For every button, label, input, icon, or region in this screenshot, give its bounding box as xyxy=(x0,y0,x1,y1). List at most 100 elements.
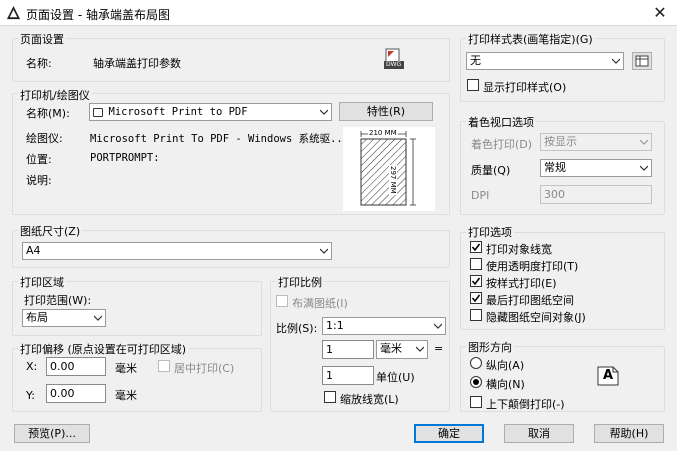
help-button[interactable]: 帮助(H) xyxy=(594,424,664,443)
scale-lineweights-checkbox[interactable] xyxy=(324,391,336,403)
edit-table-icon xyxy=(635,55,649,67)
plotter-properties-button[interactable]: 特性(R) xyxy=(339,102,433,121)
close-icon[interactable]: ✕ xyxy=(650,3,670,23)
paper-size-value: A4 xyxy=(26,244,41,257)
paper-preview: 210 MM 297 MM xyxy=(343,127,435,211)
plot-style-select[interactable]: 无 xyxy=(466,52,624,70)
offset-x-input[interactable]: 0.00 xyxy=(46,357,106,376)
plot-style-table-legend: 打印样式表(画笔指定)(G) xyxy=(466,31,595,47)
page-setup-name-value: 轴承端盖打印参数 xyxy=(93,57,181,70)
autocad-app-icon xyxy=(6,5,21,20)
plot-options-legend: 打印选项 xyxy=(466,224,514,240)
chevron-down-icon xyxy=(320,109,328,115)
fit-to-paper-checkbox[interactable] xyxy=(276,295,288,307)
chevron-down-icon xyxy=(434,323,442,329)
plot-option-label: 最后打印图纸空间 xyxy=(486,294,574,307)
plotter-legend: 打印机/绘图仪 xyxy=(18,87,92,103)
dwg-icon-label: DWG xyxy=(386,61,402,68)
center-plot-label: 居中打印(C) xyxy=(174,362,235,375)
scale-value1-input[interactable]: 1 xyxy=(322,340,374,359)
quality-select[interactable]: 常规 xyxy=(540,159,652,177)
chevron-down-icon xyxy=(94,315,102,321)
plot-area-legend: 打印区域 xyxy=(18,274,66,290)
offset-y-input[interactable]: 0.00 xyxy=(46,384,106,403)
plot-scale-legend: 打印比例 xyxy=(276,274,324,290)
plotter-location-label: 位置: xyxy=(26,153,52,166)
plot-option-checkbox[interactable] xyxy=(470,309,482,321)
plot-option-label: 打印对象线宽 xyxy=(486,243,552,256)
chevron-down-icon xyxy=(416,346,424,352)
landscape-label: 横向(N) xyxy=(486,378,525,391)
shade-plot-label: 着色打印(D) xyxy=(471,138,533,151)
plotter-name-value: Microsoft Print to PDF xyxy=(108,106,248,118)
plotter-value: Microsoft Print To PDF - Windows 系统驱... xyxy=(90,133,350,145)
plot-range-value: 布局 xyxy=(26,311,48,324)
quality-value: 常规 xyxy=(544,161,566,174)
shade-plot-select[interactable]: 按显示 xyxy=(540,133,652,151)
display-plot-styles-label: 显示打印样式(O) xyxy=(483,81,567,94)
ok-button[interactable]: 确定 xyxy=(414,424,484,443)
chevron-down-icon xyxy=(640,165,648,171)
display-plot-styles-checkbox[interactable] xyxy=(467,79,479,91)
paper-size-select[interactable]: A4 xyxy=(22,242,332,260)
orientation-icon-letter: A xyxy=(603,368,614,383)
fit-to-paper-label: 布满图纸(I) xyxy=(292,297,348,310)
plot-style-value: 无 xyxy=(470,54,481,67)
offset-y-label: Y: xyxy=(26,389,35,402)
plotter-name-label: 名称(M): xyxy=(26,107,70,120)
chevron-down-icon xyxy=(320,248,328,254)
plot-offset-legend: 打印偏移 (原点设置在可打印区域) xyxy=(18,341,189,357)
checkmark-icon xyxy=(471,294,481,303)
chevron-down-icon xyxy=(640,139,648,145)
preview-button[interactable]: 预览(P)... xyxy=(14,424,90,443)
page-setup-name-label: 名称: xyxy=(26,57,52,70)
scale-value: 1:1 xyxy=(326,319,344,332)
offset-x-label: X: xyxy=(26,360,38,373)
edit-plot-style-button[interactable] xyxy=(632,52,652,70)
plot-option-label: 使用透明度打印(T) xyxy=(486,260,579,273)
orientation-preview-icon: A xyxy=(597,366,619,386)
scale-lineweights-label: 缩放线宽(L) xyxy=(340,393,399,406)
plot-range-label: 打印范围(W): xyxy=(24,294,92,307)
plotter-label: 绘图仪: xyxy=(26,132,63,145)
dpi-input[interactable]: 300 xyxy=(540,185,652,204)
scale-label: 比例(S): xyxy=(276,322,318,335)
plot-option-label: 按样式打印(E) xyxy=(486,277,557,290)
upside-down-label: 上下颠倒打印(-) xyxy=(486,398,565,411)
window-title: 页面设置 - 轴承端盖布局图 xyxy=(26,8,170,22)
plotter-name-select[interactable]: Microsoft Print to PDF xyxy=(89,103,332,121)
offset-y-unit: 毫米 xyxy=(115,389,137,402)
scale-select[interactable]: 1:1 xyxy=(322,317,446,335)
paper-height-label: 297 MM xyxy=(389,165,397,195)
printer-icon xyxy=(93,107,103,117)
plot-option-checkbox[interactable] xyxy=(470,258,482,270)
dwg-file-icon: DWG xyxy=(384,48,404,70)
title-bar: 页面设置 - 轴承端盖布局图 ✕ xyxy=(0,0,677,26)
paper-width-label: 210 MM xyxy=(368,129,398,137)
upside-down-checkbox[interactable] xyxy=(470,396,482,408)
plot-option-checkbox[interactable] xyxy=(470,275,482,287)
dpi-label: DPI xyxy=(471,189,490,202)
checkmark-icon xyxy=(471,243,481,252)
plotter-location-value: PORTPROMPT: xyxy=(90,152,160,164)
plot-option-checkbox[interactable] xyxy=(470,241,482,253)
plotter-description-label: 说明: xyxy=(26,174,52,187)
portrait-radio[interactable] xyxy=(470,357,482,369)
scale-unit-select[interactable]: 毫米 xyxy=(376,340,428,359)
scale-equals: = xyxy=(434,342,444,355)
orientation-legend: 图形方向 xyxy=(466,339,514,355)
chevron-down-icon xyxy=(612,58,620,64)
scale-unit-value: 毫米 xyxy=(380,342,402,355)
center-plot-checkbox[interactable] xyxy=(158,360,170,372)
landscape-radio[interactable] xyxy=(470,376,482,388)
portrait-label: 纵向(A) xyxy=(486,359,525,372)
shaded-viewport-legend: 着色视口选项 xyxy=(466,114,536,130)
page-setup-legend: 页面设置 xyxy=(18,31,66,47)
checkmark-icon xyxy=(471,277,481,286)
cancel-button[interactable]: 取消 xyxy=(504,424,574,443)
scale-value2-input[interactable]: 1 xyxy=(322,366,374,385)
plot-range-select[interactable]: 布局 xyxy=(22,309,106,327)
scale-unit-label: 单位(U) xyxy=(376,371,415,384)
paper-size-legend: 图纸尺寸(Z) xyxy=(18,223,83,239)
plot-option-checkbox[interactable] xyxy=(470,292,482,304)
